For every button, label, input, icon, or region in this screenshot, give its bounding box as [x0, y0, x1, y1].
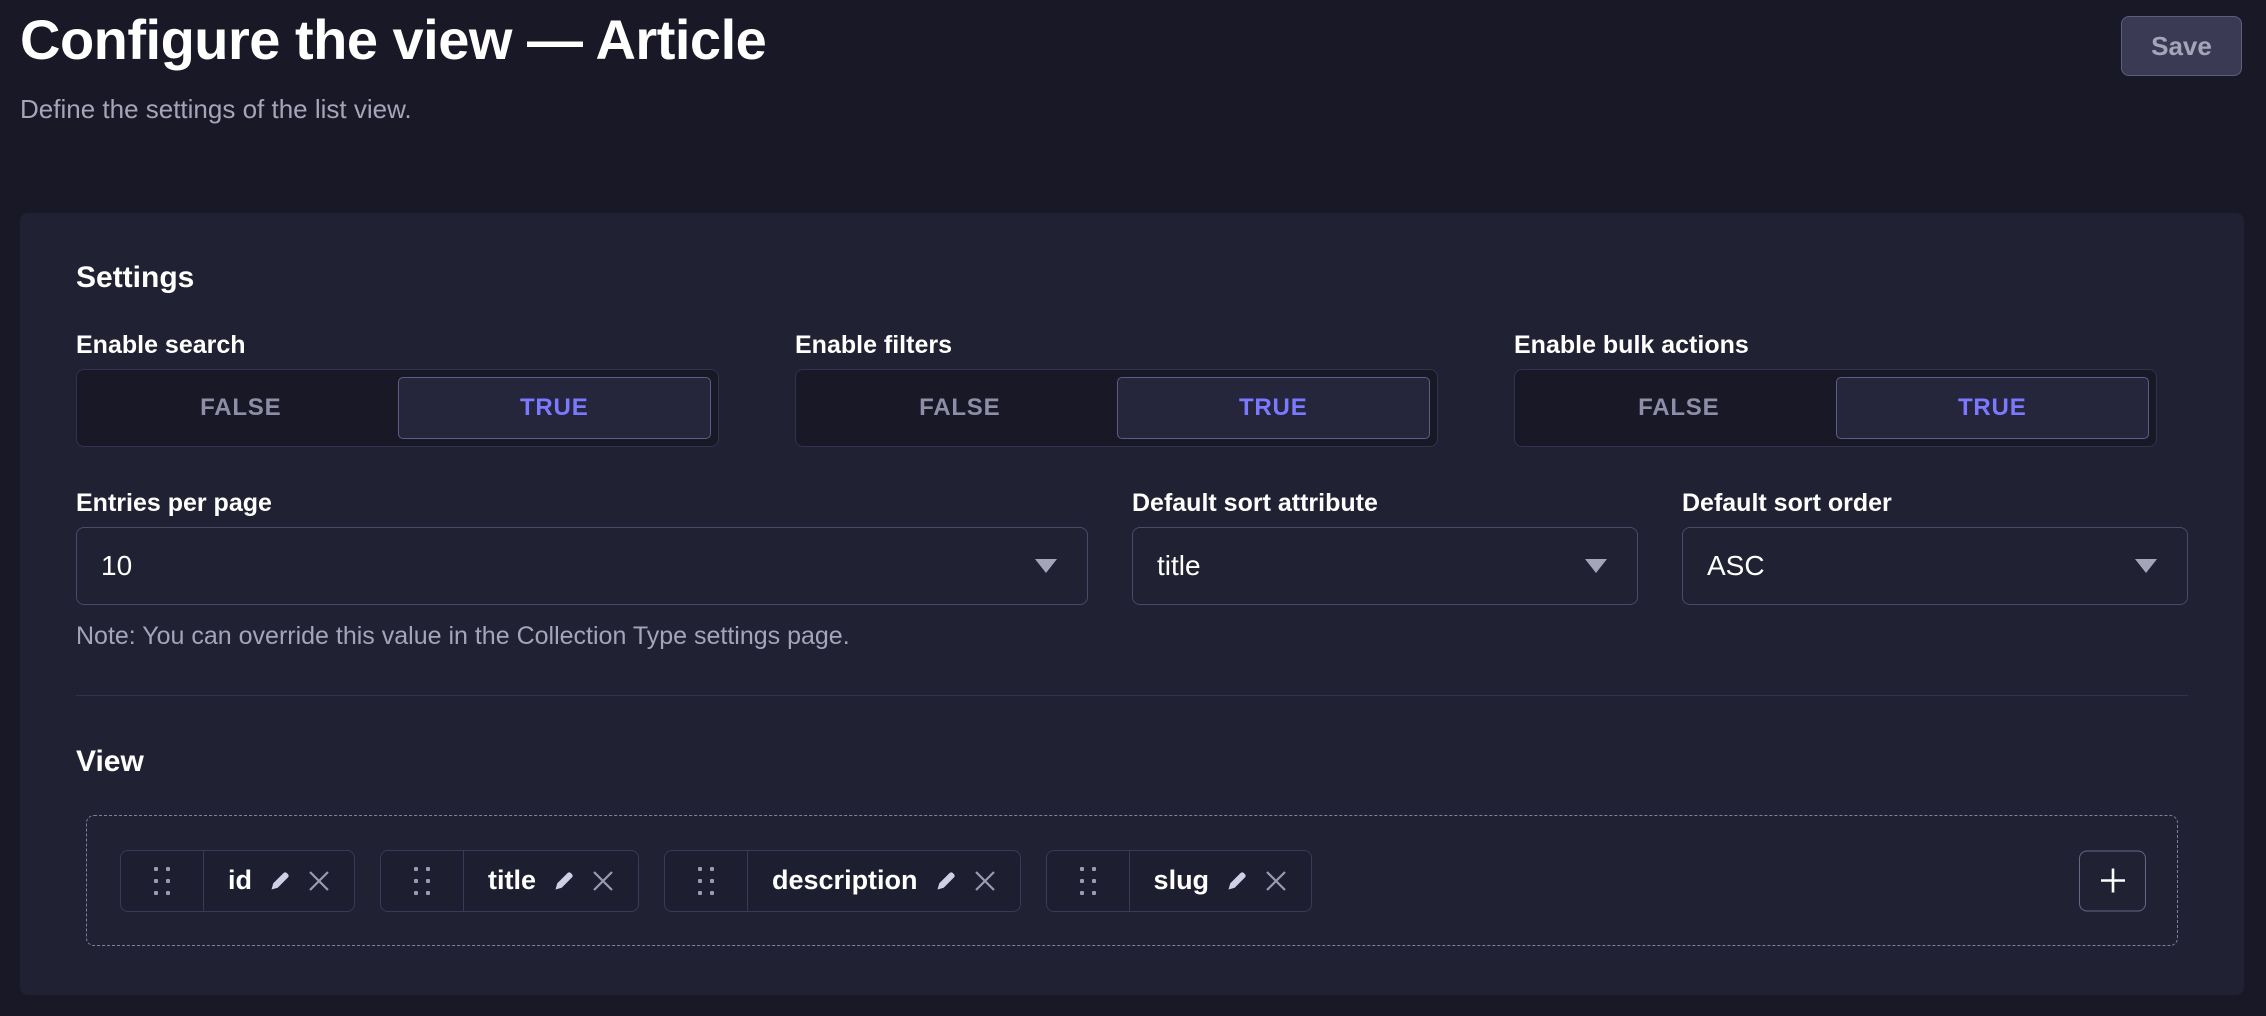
edit-field-button[interactable] [1225, 869, 1249, 893]
enable-search-toggle: FALSE TRUE [76, 369, 719, 447]
edit-field-button[interactable] [934, 869, 958, 893]
caret-down-icon [2135, 559, 2157, 573]
enable-search-false-option[interactable]: FALSE [84, 377, 398, 439]
edit-field-button[interactable] [268, 869, 292, 893]
drag-handle-icon [698, 867, 714, 895]
remove-field-button[interactable] [308, 870, 330, 892]
chip-body: title [464, 851, 638, 911]
field-default-sort-attribute: Default sort attribute title [1132, 487, 1638, 605]
page-subtitle: Define the settings of the list view. [20, 92, 412, 126]
close-icon [308, 870, 330, 892]
entries-per-page-hint: Note: You can override this value in the… [76, 621, 1088, 652]
remove-field-button[interactable] [1265, 870, 1287, 892]
page-title: Configure the view — Article [20, 8, 766, 72]
field-chip-description: description [664, 850, 1021, 912]
enable-bulk-actions-true-option[interactable]: TRUE [1836, 377, 2150, 439]
save-button[interactable]: Save [2121, 16, 2242, 76]
chip-body: slug [1130, 851, 1312, 911]
remove-field-button[interactable] [592, 870, 614, 892]
pencil-icon [934, 869, 958, 893]
chip-label: description [772, 865, 918, 896]
pencil-icon [552, 869, 576, 893]
enable-filters-false-option[interactable]: FALSE [803, 377, 1117, 439]
field-chip-slug: slug [1046, 850, 1313, 912]
entries-per-page-select[interactable]: 10 [76, 527, 1088, 605]
pencil-icon [268, 869, 292, 893]
drag-handle-icon [1080, 867, 1096, 895]
field-enable-search: Enable search FALSE TRUE [76, 329, 750, 447]
drag-handle[interactable] [665, 851, 748, 911]
settings-card: Settings Enable search FALSE TRUE Enable… [20, 213, 2244, 995]
drag-handle[interactable] [121, 851, 204, 911]
default-sort-order-value: ASC [1707, 550, 2135, 582]
field-chip-id: id [120, 850, 355, 912]
enable-search-label: Enable search [76, 329, 750, 361]
enable-bulk-actions-label: Enable bulk actions [1514, 329, 2188, 361]
view-heading: View [76, 743, 2188, 781]
settings-heading: Settings [76, 259, 2188, 297]
enable-search-true-option[interactable]: TRUE [398, 377, 712, 439]
add-field-button[interactable] [2079, 850, 2146, 911]
remove-field-button[interactable] [974, 870, 996, 892]
field-entries-per-page: Entries per page 10 Note: You can overri… [76, 487, 1088, 652]
entries-per-page-value: 10 [101, 550, 1035, 582]
field-enable-filters: Enable filters FALSE TRUE [795, 329, 1469, 447]
field-chips: id title [120, 850, 1312, 912]
enable-filters-toggle: FALSE TRUE [795, 369, 1438, 447]
close-icon [974, 870, 996, 892]
entries-per-page-label: Entries per page [76, 487, 1088, 519]
drag-handle[interactable] [1047, 851, 1130, 911]
chip-label: id [228, 865, 252, 896]
field-chip-title: title [380, 850, 639, 912]
default-sort-attribute-label: Default sort attribute [1132, 487, 1638, 519]
caret-down-icon [1035, 559, 1057, 573]
chip-body: id [204, 851, 354, 911]
field-enable-bulk-actions: Enable bulk actions FALSE TRUE [1514, 329, 2188, 447]
default-sort-attribute-select[interactable]: title [1132, 527, 1638, 605]
close-icon [1265, 870, 1287, 892]
selects-row: Entries per page 10 Note: You can overri… [76, 487, 2188, 652]
field-default-sort-order: Default sort order ASC [1682, 487, 2188, 605]
enable-filters-true-option[interactable]: TRUE [1117, 377, 1431, 439]
edit-field-button[interactable] [552, 869, 576, 893]
chip-label: slug [1154, 865, 1210, 896]
drag-handle-icon [154, 867, 170, 895]
default-sort-order-select[interactable]: ASC [1682, 527, 2188, 605]
default-sort-order-label: Default sort order [1682, 487, 2188, 519]
drag-handle[interactable] [381, 851, 464, 911]
chip-label: title [488, 865, 536, 896]
chip-body: description [748, 851, 1020, 911]
plus-icon [2097, 865, 2129, 897]
toggles-row: Enable search FALSE TRUE Enable filters … [76, 329, 2188, 447]
drag-handle-icon [414, 867, 430, 895]
pencil-icon [1225, 869, 1249, 893]
default-sort-attribute-value: title [1157, 550, 1585, 582]
caret-down-icon [1585, 559, 1607, 573]
field-layout-dropzone: id title [86, 815, 2178, 946]
enable-bulk-actions-false-option[interactable]: FALSE [1522, 377, 1836, 439]
enable-bulk-actions-toggle: FALSE TRUE [1514, 369, 2157, 447]
section-divider [76, 695, 2188, 696]
enable-filters-label: Enable filters [795, 329, 1469, 361]
close-icon [592, 870, 614, 892]
